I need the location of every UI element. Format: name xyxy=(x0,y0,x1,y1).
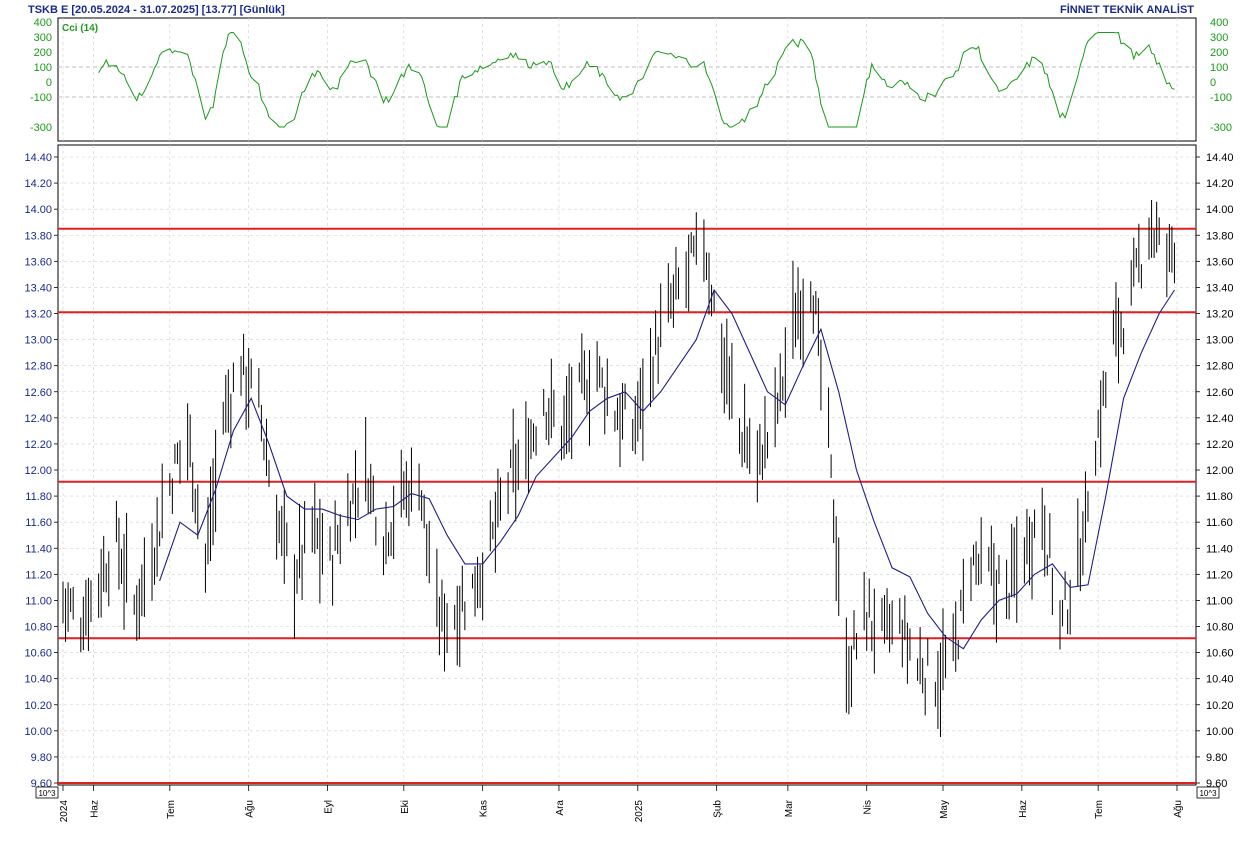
price-tick-label-left: 11.60 xyxy=(25,517,52,529)
price-tick-label-right: 14.00 xyxy=(1206,204,1234,216)
price-tick-label-left: 14.00 xyxy=(24,204,52,216)
price-tick-label-right: 10.00 xyxy=(1206,726,1234,738)
month-label: 2024 xyxy=(59,800,70,823)
cci-tick-label-left: 200 xyxy=(34,47,52,59)
month-label: Haz xyxy=(90,800,101,818)
price-tick-label-right: 12.80 xyxy=(1206,361,1234,373)
time-axis-labels: 2024 Haz Tem Ağu Eyl Eki Kas Ara 2025 Şub Mar Nis Ma… xyxy=(59,785,1184,822)
price-tick-label-left: 12.40 xyxy=(24,413,52,425)
price-tick-label-left: 13.60 xyxy=(24,256,52,268)
price-tick-label-left: 10.80 xyxy=(24,622,52,634)
price-tick-label-left: 11.40 xyxy=(25,543,52,555)
month-label: Ara xyxy=(555,800,566,816)
price-tick-label-right: 13.00 xyxy=(1206,335,1234,347)
price-tick-label-right: 9.80 xyxy=(1206,752,1227,764)
price-panel xyxy=(57,144,1197,786)
price-tick-label-right: 11.00 xyxy=(1206,595,1233,607)
price-tick-label-left: 13.80 xyxy=(24,230,52,242)
price-tick-label-right: 10.80 xyxy=(1206,622,1234,634)
price-tick-label-right: 11.20 xyxy=(1206,569,1233,581)
price-tick-label-left: 11.80 xyxy=(25,491,52,503)
cci-tick-label-right: 200 xyxy=(1210,47,1228,59)
price-tick-label-right: 10.20 xyxy=(1206,700,1234,712)
price-tick-label-right: 10.40 xyxy=(1206,674,1234,686)
price-tick-label-right: 13.20 xyxy=(1206,309,1234,321)
indicator-panel xyxy=(57,17,1197,142)
price-tick-label-right: 13.40 xyxy=(1206,282,1234,294)
price-tick-label-left: 13.40 xyxy=(24,282,52,294)
price-tick-label-left: 14.20 xyxy=(24,178,52,190)
month-label: Ağu xyxy=(245,800,256,818)
price-tick-label-left: 10.20 xyxy=(24,700,52,712)
price-tick-label-right: 13.60 xyxy=(1206,256,1234,268)
price-tick-label-right: 10.60 xyxy=(1206,648,1234,660)
price-tick-label-left: 10.60 xyxy=(24,648,52,660)
chart-title: TSKB E [20.05.2024 - 31.07.2025] [13.77]… xyxy=(28,4,285,16)
month-label: Tem xyxy=(166,800,177,819)
cci-tick-label-right: -300 xyxy=(1210,122,1232,134)
month-label: Eyl xyxy=(324,800,335,814)
cci-tick-label-left: -300 xyxy=(30,122,52,134)
price-tick-label-left: 13.00 xyxy=(24,335,52,347)
cci-tick-label-left: 0 xyxy=(46,77,52,89)
price-tick-label-left: 11.20 xyxy=(25,569,52,581)
price-tick-label-left: 12.00 xyxy=(24,465,52,477)
cci-tick-label-right: 0 xyxy=(1210,77,1216,89)
price-tick-label-left: 14.40 xyxy=(24,152,52,164)
price-tick-label-left: 12.60 xyxy=(24,387,52,399)
cci-tick-label-left: 100 xyxy=(34,62,52,74)
price-tick-label-right: 12.60 xyxy=(1206,387,1234,399)
month-label: 2025 xyxy=(634,800,645,823)
price-tick-label-right: 12.20 xyxy=(1206,439,1234,451)
price-tick-label-right: 13.80 xyxy=(1206,230,1234,242)
unit-label-right: 10^3 xyxy=(1199,789,1217,798)
month-label: Tem xyxy=(1094,800,1105,819)
price-tick-label-right: 12.40 xyxy=(1206,413,1234,425)
month-label: Eki xyxy=(400,800,411,814)
price-tick-label-left: 11.00 xyxy=(25,595,52,607)
cci-tick-label-left: 300 xyxy=(34,32,52,44)
price-tick-label-right: 11.60 xyxy=(1206,517,1233,529)
price-tick-label-right: 11.40 xyxy=(1206,543,1233,555)
price-tick-label-left: 13.20 xyxy=(24,309,52,321)
price-tick-label-right: 14.20 xyxy=(1206,178,1234,190)
brand-label: FİNNET TEKNİK ANALİST xyxy=(1060,3,1194,16)
cci-tick-label-right: 100 xyxy=(1210,62,1228,74)
price-tick-label-left: 9.80 xyxy=(31,752,52,764)
cci-tick-label-left: -100 xyxy=(30,92,52,104)
month-label: May xyxy=(939,800,950,819)
month-label: Haz xyxy=(1018,800,1029,818)
price-tick-label-left: 12.80 xyxy=(24,361,52,373)
month-label: Mar xyxy=(784,799,795,817)
cci-tick-label-right: -100 xyxy=(1210,92,1232,104)
cci-tick-label-left: 400 xyxy=(34,17,52,29)
price-tick-label-left: 10.00 xyxy=(24,726,52,738)
month-label: Şub xyxy=(713,800,724,818)
month-label: Kas xyxy=(479,800,490,817)
price-tick-label-left: 10.40 xyxy=(24,674,52,686)
chart-svg: TSKB E [20.05.2024 - 31.07.2025] [13.77]… xyxy=(24,3,1234,822)
month-label: Ağu xyxy=(1173,800,1184,818)
cci-tick-label-right: 400 xyxy=(1210,17,1228,29)
indicator-label: Cci (14) xyxy=(62,23,98,34)
price-tick-label-right: 12.00 xyxy=(1206,465,1234,477)
price-tick-label-left: 12.20 xyxy=(24,439,52,451)
unit-label-left: 10^3 xyxy=(38,789,56,798)
chart: TSKB E [20.05.2024 - 31.07.2025] [13.77]… xyxy=(0,0,1251,841)
month-label: Nis xyxy=(863,800,874,814)
cci-tick-label-right: 300 xyxy=(1210,32,1228,44)
price-tick-label-right: 14.40 xyxy=(1206,152,1234,164)
price-tick-label-right: 11.80 xyxy=(1206,491,1233,503)
